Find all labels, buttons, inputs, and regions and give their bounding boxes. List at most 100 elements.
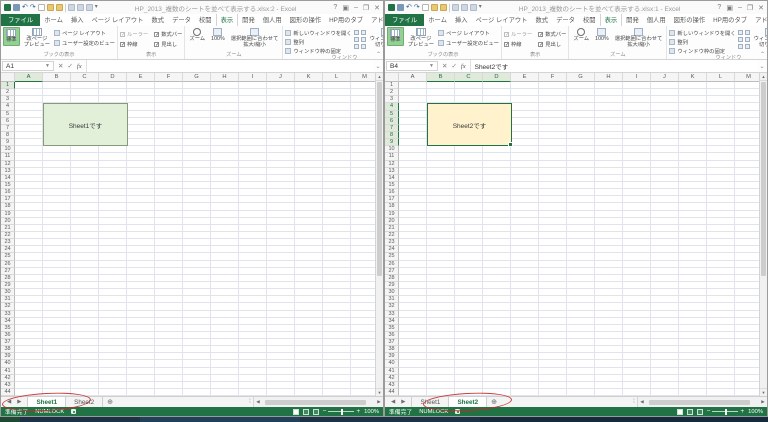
grid-cell[interactable] (567, 217, 595, 225)
grid-cell[interactable] (99, 239, 127, 247)
grid-cell[interactable] (399, 224, 427, 232)
row-header-2[interactable]: 2 (385, 89, 399, 97)
column-header-B[interactable]: B (427, 73, 455, 82)
grid-cell[interactable] (239, 389, 267, 396)
grid-cell[interactable] (267, 274, 295, 282)
grid-cell[interactable] (127, 310, 155, 318)
grid-cell[interactable] (623, 210, 651, 218)
grid-cell[interactable] (539, 303, 567, 311)
row-header-33[interactable]: 33 (385, 310, 399, 318)
grid-cell[interactable] (99, 367, 127, 375)
grid-cell[interactable] (155, 346, 183, 354)
grid-cell[interactable] (295, 339, 323, 347)
column-header-J[interactable]: J (651, 73, 679, 82)
grid-cell[interactable] (323, 181, 351, 190)
grid-cell[interactable] (483, 253, 511, 261)
grid-cell[interactable] (511, 310, 539, 318)
grid-cell[interactable] (99, 331, 127, 340)
grid-cell[interactable] (211, 82, 239, 90)
vscroll-thumb[interactable] (761, 82, 766, 276)
grid-cell[interactable] (651, 82, 679, 90)
grid-cell[interactable] (267, 224, 295, 232)
synchronous-scrolling-icon[interactable] (744, 37, 750, 42)
grid-cell[interactable] (15, 146, 43, 154)
grid-cell[interactable] (651, 224, 679, 232)
grid-cell[interactable] (295, 381, 323, 390)
grid-cell[interactable] (183, 281, 211, 290)
row-header-39[interactable]: 39 (385, 353, 399, 361)
grid-cell[interactable] (623, 139, 651, 147)
grid-cell[interactable] (539, 153, 567, 161)
grid-cell[interactable] (211, 203, 239, 211)
grid-cell[interactable] (399, 360, 427, 368)
grid-cell[interactable] (679, 389, 707, 396)
grid-cell[interactable] (651, 246, 679, 254)
grid-cell[interactable] (295, 324, 323, 332)
row-header-40[interactable]: 40 (385, 360, 399, 368)
grid-cell[interactable] (539, 331, 567, 340)
grid-cell[interactable] (155, 96, 183, 104)
grid-cell[interactable] (651, 181, 679, 190)
grid-cell[interactable] (623, 310, 651, 318)
zoom-out-icon[interactable]: − (707, 408, 711, 415)
grid-cell[interactable] (539, 189, 567, 197)
grid-cell[interactable] (427, 82, 455, 90)
grid-cell[interactable] (539, 139, 567, 147)
grid-cell[interactable] (211, 274, 239, 282)
grid-cell[interactable] (623, 367, 651, 375)
grid-cell[interactable] (43, 210, 71, 218)
grid-cell[interactable] (567, 346, 595, 354)
grid-cell[interactable] (15, 317, 43, 325)
grid-cell[interactable] (71, 217, 99, 225)
grid-cell[interactable] (679, 103, 707, 111)
grid-cell[interactable] (71, 189, 99, 197)
row-header-8[interactable]: 8 (1, 131, 15, 140)
grid-cell[interactable] (707, 82, 735, 90)
zoom-in-icon[interactable]: + (356, 408, 360, 415)
split-icon[interactable] (353, 30, 359, 35)
grid-cell[interactable] (483, 360, 511, 368)
cancel-icon[interactable]: ✕ (58, 62, 63, 70)
grid-cell[interactable] (71, 160, 99, 168)
column-header-I[interactable]: I (239, 73, 267, 82)
grid-cell[interactable] (623, 246, 651, 254)
grid-cell[interactable] (623, 103, 651, 111)
grid-cell[interactable] (511, 253, 539, 261)
grid-cell[interactable] (567, 260, 595, 268)
row-header-44[interactable]: 44 (1, 389, 15, 396)
grid-cell[interactable] (427, 381, 455, 390)
grid-cell[interactable] (399, 103, 427, 111)
grid-cell[interactable] (511, 374, 539, 382)
grid-cell[interactable] (323, 317, 351, 325)
grid-cell[interactable] (707, 174, 735, 182)
grid-cell[interactable] (15, 96, 43, 104)
grid-cell[interactable] (239, 167, 267, 175)
grid-cell[interactable] (679, 124, 707, 132)
grid-cell[interactable] (71, 374, 99, 382)
grid-cell[interactable] (567, 267, 595, 275)
grid-cell[interactable] (595, 139, 623, 147)
grid-cell[interactable] (155, 253, 183, 261)
grid-cell[interactable] (71, 360, 99, 368)
grid-cell[interactable] (511, 360, 539, 368)
grid-cell[interactable] (651, 167, 679, 175)
grid-cell[interactable] (707, 89, 735, 97)
grid-cell[interactable] (623, 253, 651, 261)
grid-cell[interactable] (399, 96, 427, 104)
grid-cell[interactable] (595, 367, 623, 375)
grid-cell[interactable] (211, 153, 239, 161)
grid-cell[interactable] (399, 217, 427, 225)
grid-cell[interactable] (127, 374, 155, 382)
grid-cell[interactable] (211, 146, 239, 154)
grid-cell[interactable] (43, 181, 71, 190)
grid-cell[interactable] (43, 353, 71, 361)
grid-cell[interactable] (127, 82, 155, 90)
grid-cell[interactable] (567, 82, 595, 90)
grid-cell[interactable] (43, 246, 71, 254)
grid-cell[interactable] (679, 360, 707, 368)
grid-cell[interactable] (127, 381, 155, 390)
row-header-4[interactable]: 4 (1, 103, 15, 111)
grid-cell[interactable] (295, 246, 323, 254)
grid-cell[interactable] (427, 146, 455, 154)
grid-cell[interactable] (567, 196, 595, 204)
